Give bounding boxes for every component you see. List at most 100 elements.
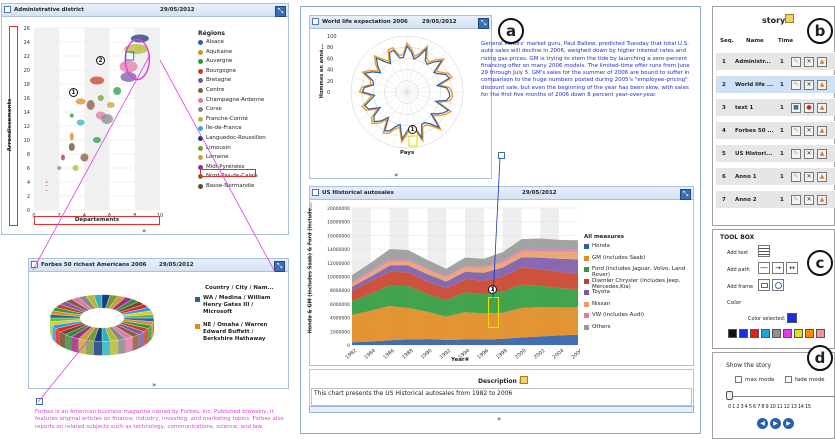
legend-swatch xyxy=(584,290,589,295)
add-text-tool-icon[interactable] xyxy=(758,245,770,257)
play-button[interactable]: ▶ xyxy=(770,418,781,429)
legend-item: Lorraine xyxy=(206,154,229,161)
fade-mode-checkbox[interactable] xyxy=(785,376,792,383)
timeline-slider-track[interactable] xyxy=(729,396,835,397)
edit-icon[interactable]: ✎ xyxy=(791,172,801,182)
maximize-icon[interactable]: ⤡ xyxy=(680,189,691,200)
sound-icon[interactable]: ▲ xyxy=(817,57,827,67)
x-tick-label: 2000 xyxy=(514,348,528,361)
palette-color-swatch[interactable] xyxy=(783,329,792,338)
edit-description-icon[interactable] xyxy=(520,376,528,384)
bubble-panel-collapse-icon[interactable]: » xyxy=(142,227,146,235)
palette-color-swatch[interactable] xyxy=(772,329,781,338)
story-row-time: 1 xyxy=(780,105,784,111)
palette-color-swatch[interactable] xyxy=(761,329,770,338)
y-tick-label: 10000000 xyxy=(327,275,350,281)
edit-story-icon[interactable] xyxy=(785,14,794,23)
close-icon[interactable]: ✕ xyxy=(804,57,814,67)
text-box-icon[interactable] xyxy=(498,152,505,159)
text-box-icon[interactable] xyxy=(36,398,43,405)
edit-icon[interactable]: ✎ xyxy=(791,149,801,159)
legend-item: Diamler Chrysler (includes Jeep, Mercede… xyxy=(592,277,681,290)
palette-color-swatch[interactable] xyxy=(816,329,825,338)
legend-item: Basse-Normandie xyxy=(206,183,255,189)
y-tick-label: 12 xyxy=(24,124,30,130)
play-previous-button[interactable]: ◀ xyxy=(757,418,768,429)
bubble xyxy=(106,102,115,108)
close-icon[interactable]: ✕ xyxy=(804,195,814,205)
story-row[interactable]: 6 Anno 1 1 ✎ ✕ ▲ xyxy=(716,167,835,185)
edit-icon[interactable]: ✎ xyxy=(791,195,801,205)
story-row[interactable]: 1 Administr... 1 ✎ ✕ ▲ xyxy=(716,52,835,70)
legend-swatch xyxy=(584,244,589,249)
path-double-arrow-tool-icon[interactable]: ↔ xyxy=(786,262,798,274)
palette-color-swatch[interactable] xyxy=(794,329,803,338)
timeline-ticks: 0 1 2 3 4 5 6 7 8 9 10 11 12 13 14 15 xyxy=(728,404,811,410)
max-mode-checkbox[interactable] xyxy=(735,376,742,383)
sound-icon[interactable]: ▲ xyxy=(817,172,827,182)
legend-item: NE / Omaha / Warren Edward Buffett / Ber… xyxy=(203,322,268,342)
radar-panel-titlebar[interactable]: World life expectation 2006 29/05/2012 xyxy=(310,16,491,29)
palette-color-swatch[interactable] xyxy=(805,329,814,338)
story-row[interactable]: 7 Anno 2 1 ✎ ✕ ▲ xyxy=(716,190,835,208)
timeline-slider-handle[interactable] xyxy=(726,391,733,400)
frame-circle-tool-icon[interactable] xyxy=(772,279,784,291)
story-row[interactable]: 3 text 1 1 ■ ● ▲ xyxy=(716,98,835,116)
palette-color-swatch[interactable] xyxy=(739,329,748,338)
maximize-icon[interactable]: ⤡ xyxy=(478,18,489,29)
story-row-seq: 4 xyxy=(722,128,726,134)
close-icon[interactable]: ✕ xyxy=(804,172,814,182)
path-line-tool-icon[interactable]: — xyxy=(758,262,770,274)
show-story-title: Show the story xyxy=(726,362,772,369)
delete-icon[interactable]: ● xyxy=(804,103,814,113)
radar-tick: 80 xyxy=(327,45,333,51)
legend-item: VW (includes Audi) xyxy=(592,312,645,318)
canvas-collapse-icon[interactable]: « xyxy=(497,415,501,423)
legend-item: Languedoc-Roussillon xyxy=(206,135,266,141)
sound-icon[interactable]: ▲ xyxy=(817,103,827,113)
story-row-seq: 2 xyxy=(722,82,726,88)
y-tick-label: 2 xyxy=(27,194,30,200)
legend-item: Corse xyxy=(206,106,222,113)
path-arrow-tool-icon[interactable]: → xyxy=(772,262,784,274)
horizontal-scrollbar[interactable] xyxy=(309,406,694,413)
maximize-icon[interactable]: ⤡ xyxy=(274,261,285,272)
save-icon[interactable]: ■ xyxy=(791,103,801,113)
label-d: d xyxy=(807,345,833,371)
y-tick-label: 26 xyxy=(24,26,30,32)
close-icon[interactable]: ✕ xyxy=(804,126,814,136)
legend-swatch xyxy=(584,301,589,307)
sound-icon[interactable]: ▲ xyxy=(817,126,827,136)
close-icon[interactable]: ✕ xyxy=(804,80,814,90)
story-row[interactable]: 5 US Histori... 1 ✎ ✕ ▲ xyxy=(716,144,835,162)
y-tick-label: 0 xyxy=(27,208,30,214)
radar-panel-collapse-icon[interactable]: » xyxy=(394,171,398,179)
x-tick-label: 1990 xyxy=(420,348,434,361)
edit-icon[interactable]: ✎ xyxy=(791,57,801,67)
sound-icon[interactable]: ▲ xyxy=(817,149,827,159)
y-tick-label: 14 xyxy=(24,110,30,116)
palette-color-swatch[interactable] xyxy=(750,329,759,338)
close-icon[interactable]: ✕ xyxy=(804,149,814,159)
label-b: b xyxy=(807,18,833,44)
bubble xyxy=(69,113,74,118)
forbes-panel-titlebar[interactable]: Forbes 50 richest Americans 2006 29/05/2… xyxy=(29,259,288,272)
autosales-ylabel: Honda & GM (includes Saab) & Ford (inclu… xyxy=(307,202,314,334)
story-row[interactable]: 4 Forbes 50 ... 1 ✎ ✕ ▲ xyxy=(716,121,835,139)
sound-icon[interactable]: ▲ xyxy=(817,195,827,205)
forbes-panel-collapse-icon[interactable]: » xyxy=(152,381,156,389)
palette-color-swatch[interactable] xyxy=(728,329,737,338)
autosales-legend: Honda GM (includes Saab) Ford (includes Ja… xyxy=(584,243,694,343)
edit-icon[interactable]: ✎ xyxy=(791,80,801,90)
sound-icon[interactable]: ▲ xyxy=(817,80,827,90)
story-col-time: Time xyxy=(778,38,794,44)
autosales-panel-titlebar[interactable]: US Historical autosales 29/05/2012 xyxy=(310,187,693,200)
play-next-button[interactable]: ▶ xyxy=(783,418,794,429)
frame-rect-tool-icon[interactable] xyxy=(758,279,770,291)
y-tick-label: 16 xyxy=(24,96,30,102)
legend-swatch xyxy=(198,184,203,189)
bubble xyxy=(86,100,95,110)
edit-icon[interactable]: ✎ xyxy=(791,126,801,136)
story-row[interactable]: 2 World life ... 1 ✎ ✕ ▲ xyxy=(716,75,835,93)
legend-swatch xyxy=(198,97,203,103)
